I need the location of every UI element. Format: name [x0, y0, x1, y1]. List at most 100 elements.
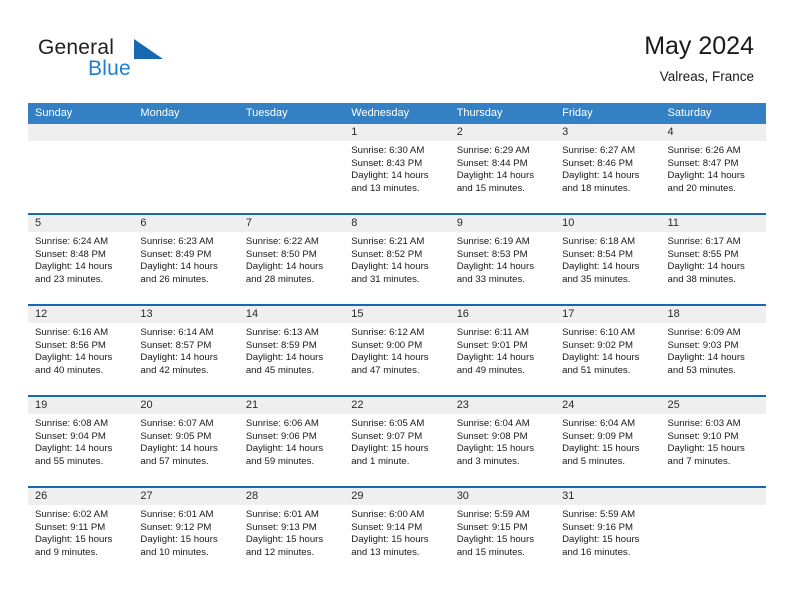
day-cell[interactable]: 11 Sunrise: 6:17 AM Sunset: 8:55 PM Dayligh…	[660, 215, 766, 304]
day-number: 16	[449, 306, 556, 323]
sunrise-text: Sunrise: 6:01 AM	[140, 509, 214, 520]
sunrise-text: Sunrise: 6:11 AM	[456, 327, 530, 338]
sunset-text: Sunset: 9:13 PM	[245, 521, 317, 533]
general-blue-logo[interactable]: General Blue	[38, 36, 228, 88]
day-details: Sunrise: 6:27 AM Sunset: 8:46 PM Daylight:…	[555, 141, 660, 195]
sunset-text: Sunset: 9:14 PM	[351, 521, 423, 533]
day-cell[interactable]: 3 Sunrise: 6:27 AM Sunset: 8:46 PM Daylight…	[555, 124, 661, 213]
sunset-text: Sunset: 9:03 PM	[667, 339, 739, 351]
sunset-text: Sunset: 9:05 PM	[140, 430, 212, 442]
sunset-text: Sunset: 9:00 PM	[351, 339, 423, 351]
daylight-text: Daylight: 14 hours and 40 minutes.	[35, 352, 113, 376]
sunset-text: Sunset: 8:47 PM	[667, 157, 739, 169]
triangle-icon	[134, 39, 163, 59]
sunrise-text: Sunrise: 6:08 AM	[35, 418, 109, 429]
day-number: 11	[660, 215, 766, 232]
sunrise-text: Sunrise: 6:05 AM	[351, 418, 425, 429]
day-cell[interactable]: 22 Sunrise: 6:05 AM Sunset: 9:07 PM Dayligh…	[344, 397, 450, 486]
day-cell[interactable]: 1 Sunrise: 6:30 AM Sunset: 8:43 PM Daylight…	[344, 124, 450, 213]
sunrise-text: Sunrise: 6:24 AM	[35, 236, 109, 247]
day-cell[interactable]: 8 Sunrise: 6:21 AM Sunset: 8:52 PM Daylight…	[344, 215, 450, 304]
daylight-text: Daylight: 14 hours and 33 minutes.	[456, 261, 535, 285]
day-number: 9	[449, 215, 556, 232]
day-cell[interactable]: 28 Sunrise: 6:01 AM Sunset: 9:13 PM Dayligh…	[238, 488, 345, 577]
daylight-text: Daylight: 14 hours and 47 minutes.	[351, 352, 429, 376]
sunrise-text: Sunrise: 6:02 AM	[35, 509, 109, 520]
day-number: 21	[238, 397, 345, 414]
day-cell[interactable]: 15 Sunrise: 6:12 AM Sunset: 9:00 PM Dayligh…	[344, 306, 450, 395]
day-cell[interactable]: 6 Sunrise: 6:23 AM Sunset: 8:49 PM Daylight…	[133, 215, 239, 304]
day-cell[interactable]: 20 Sunrise: 6:07 AM Sunset: 9:05 PM Dayligh…	[133, 397, 239, 486]
day-cell[interactable]: 9 Sunrise: 6:19 AM Sunset: 8:53 PM Daylight…	[449, 215, 556, 304]
day-number: 27	[133, 488, 239, 505]
day-cell[interactable]: 31 Sunrise: 5:59 AM Sunset: 9:16 PM Dayligh…	[555, 488, 661, 577]
day-cell[interactable]: 25 Sunrise: 6:03 AM Sunset: 9:10 PM Dayligh…	[660, 397, 766, 486]
sunrise-text: Sunrise: 6:23 AM	[140, 236, 214, 247]
day-cell-empty	[28, 124, 134, 213]
sunset-text: Sunset: 8:59 PM	[245, 339, 317, 351]
day-number	[660, 488, 766, 505]
sunset-text: Sunset: 8:55 PM	[667, 248, 739, 260]
daylight-text: Daylight: 15 hours and 13 minutes.	[351, 534, 429, 558]
day-cell[interactable]: 16 Sunrise: 6:11 AM Sunset: 9:01 PM Dayligh…	[449, 306, 556, 395]
day-cell[interactable]: 30 Sunrise: 5:59 AM Sunset: 9:15 PM Dayligh…	[449, 488, 556, 577]
day-cell[interactable]: 29 Sunrise: 6:00 AM Sunset: 9:14 PM Dayligh…	[344, 488, 450, 577]
day-cell[interactable]: 2 Sunrise: 6:29 AM Sunset: 8:44 PM Daylight…	[449, 124, 556, 213]
sunset-text: Sunset: 9:04 PM	[35, 430, 106, 442]
day-details: Sunrise: 6:04 AM Sunset: 9:09 PM Daylight:…	[555, 414, 660, 468]
sunset-text: Sunset: 8:44 PM	[456, 157, 528, 169]
sunrise-text: Sunrise: 6:29 AM	[456, 145, 530, 156]
day-details: Sunrise: 6:24 AM Sunset: 8:48 PM Daylight:…	[28, 232, 133, 286]
weekday-header-monday: Monday	[140, 107, 180, 119]
sunset-text: Sunset: 9:02 PM	[562, 339, 634, 351]
day-cell[interactable]: 13 Sunrise: 6:14 AM Sunset: 8:57 PM Dayligh…	[133, 306, 239, 395]
daylight-text: Daylight: 15 hours and 7 minutes.	[667, 443, 745, 467]
sunset-text: Sunset: 9:06 PM	[245, 430, 317, 442]
day-number: 30	[449, 488, 556, 505]
day-cell[interactable]: 24 Sunrise: 6:04 AM Sunset: 9:09 PM Dayligh…	[555, 397, 661, 486]
day-number: 4	[660, 124, 766, 141]
day-cell[interactable]: 21 Sunrise: 6:06 AM Sunset: 9:06 PM Dayligh…	[238, 397, 345, 486]
daylight-text: Daylight: 15 hours and 12 minutes.	[245, 534, 324, 558]
day-cell[interactable]: 23 Sunrise: 6:04 AM Sunset: 9:08 PM Dayligh…	[449, 397, 556, 486]
day-cell[interactable]: 14 Sunrise: 6:13 AM Sunset: 8:59 PM Dayligh…	[238, 306, 345, 395]
day-cell[interactable]: 27 Sunrise: 6:01 AM Sunset: 9:12 PM Dayligh…	[133, 488, 239, 577]
daylight-text: Daylight: 14 hours and 49 minutes.	[456, 352, 535, 376]
calendar-week-row: 5 Sunrise: 6:24 AM Sunset: 8:48 PM Daylight…	[28, 213, 766, 304]
calendar-week-row: 26 Sunrise: 6:02 AM Sunset: 9:11 PM Dayligh…	[28, 486, 766, 577]
day-details: Sunrise: 6:00 AM Sunset: 9:14 PM Daylight:…	[344, 505, 449, 559]
day-details: Sunrise: 6:17 AM Sunset: 8:55 PM Daylight:…	[661, 232, 766, 286]
day-number	[238, 124, 345, 141]
day-number: 6	[133, 215, 239, 232]
day-details: Sunrise: 6:29 AM Sunset: 8:44 PM Daylight:…	[450, 141, 555, 195]
day-details: Sunrise: 6:02 AM Sunset: 9:11 PM Daylight:…	[28, 505, 133, 559]
day-cell[interactable]: 17 Sunrise: 6:10 AM Sunset: 9:02 PM Dayligh…	[555, 306, 661, 395]
weekday-header-wednesday: Wednesday	[351, 107, 410, 119]
weekday-header-sunday: Sunday	[35, 107, 73, 119]
day-cell[interactable]: 5 Sunrise: 6:24 AM Sunset: 8:48 PM Daylight…	[28, 215, 134, 304]
day-cell[interactable]: 19 Sunrise: 6:08 AM Sunset: 9:04 PM Dayligh…	[28, 397, 134, 486]
sunrise-text: Sunrise: 6:12 AM	[351, 327, 425, 338]
day-details: Sunrise: 5:59 AM Sunset: 9:16 PM Daylight:…	[555, 505, 660, 559]
day-cell[interactable]: 7 Sunrise: 6:22 AM Sunset: 8:50 PM Daylight…	[238, 215, 345, 304]
day-details: Sunrise: 6:18 AM Sunset: 8:54 PM Daylight:…	[555, 232, 660, 286]
page-subtitle-location: Valreas, France	[659, 69, 754, 84]
day-details: Sunrise: 6:16 AM Sunset: 8:56 PM Daylight:…	[28, 323, 133, 377]
sunrise-text: Sunrise: 6:22 AM	[245, 236, 319, 247]
sunrise-text: Sunrise: 6:07 AM	[140, 418, 214, 429]
day-cell[interactable]: 18 Sunrise: 6:09 AM Sunset: 9:03 PM Dayligh…	[660, 306, 766, 395]
calendar-week-row: 12 Sunrise: 6:16 AM Sunset: 8:56 PM Dayligh…	[28, 304, 766, 395]
day-number: 17	[555, 306, 661, 323]
day-number: 3	[555, 124, 661, 141]
title-block: May 2024 Valreas, France	[644, 30, 754, 87]
day-cell[interactable]: 4 Sunrise: 6:26 AM Sunset: 8:47 PM Daylight…	[660, 124, 766, 213]
daylight-text: Daylight: 14 hours and 51 minutes.	[562, 352, 640, 376]
day-cell[interactable]: 12 Sunrise: 6:16 AM Sunset: 8:56 PM Dayligh…	[28, 306, 134, 395]
page-title: May 2024	[644, 32, 754, 60]
day-cell[interactable]: 10 Sunrise: 6:18 AM Sunset: 8:54 PM Dayligh…	[555, 215, 661, 304]
day-details: Sunrise: 6:22 AM Sunset: 8:50 PM Daylight:…	[239, 232, 344, 286]
day-cell[interactable]: 26 Sunrise: 6:02 AM Sunset: 9:11 PM Dayligh…	[28, 488, 134, 577]
daylight-text: Daylight: 14 hours and 18 minutes.	[562, 170, 640, 194]
day-number: 25	[660, 397, 766, 414]
weekday-header-tuesday: Tuesday	[245, 107, 288, 119]
